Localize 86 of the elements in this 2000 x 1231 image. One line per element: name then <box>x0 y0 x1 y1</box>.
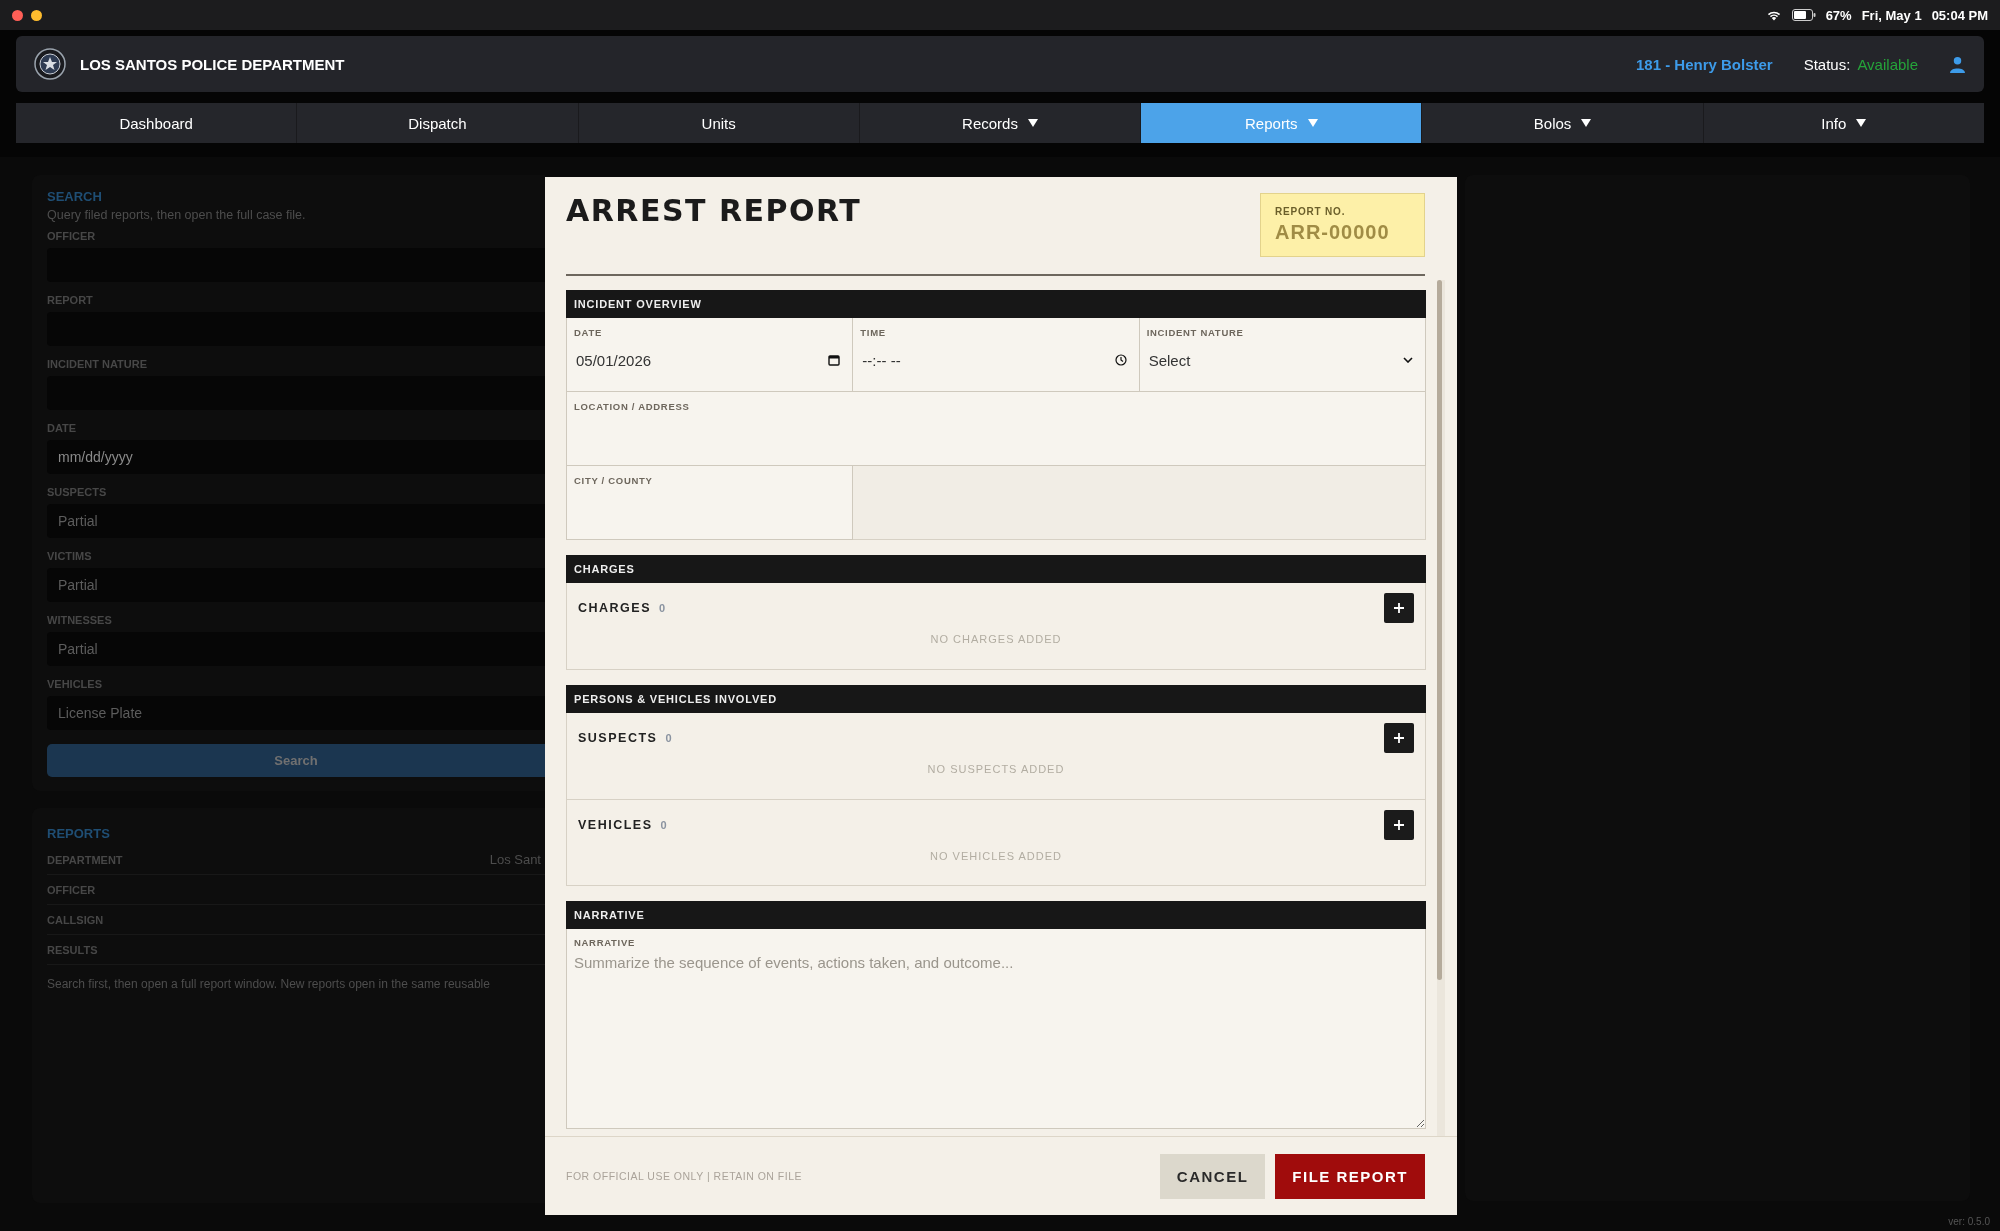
narrative-field[interactable]: NARRATIVE Summarize the sequence of events, actions taken, and outcome... <box>566 929 1426 1129</box>
text-field[interactable] <box>47 248 545 282</box>
row-value: Los Sant <box>489 852 541 867</box>
field-label: OFFICER <box>47 230 97 242</box>
help-text: Search first, then open a full report window. New reports open in the same reusable <box>47 977 491 991</box>
text-field[interactable]: LOCATION / ADDRESS <box>567 392 1426 466</box>
seal-icon <box>34 48 66 80</box>
battery-icon[interactable] <box>1791 9 1816 21</box>
section-header: NARRATIVE <box>566 901 1426 929</box>
status-value[interactable]: Available <box>1857 55 1918 73</box>
empty-state-text: NO SUSPECTS ADDED <box>927 763 1065 775</box>
nav-tab[interactable]: Units <box>578 103 859 143</box>
list-label: CHARGES <box>578 601 651 615</box>
field-label: VEHICLES <box>47 678 103 690</box>
report-number-label: REPORT NO. <box>1275 206 1347 217</box>
footer-note: FOR OFFICIAL USE ONLY | RETAIN ON FILE <box>566 1170 803 1182</box>
chevron-down-icon <box>1403 357 1413 363</box>
plus-icon <box>1394 733 1404 743</box>
field-label: REPORT <box>47 294 94 306</box>
field-label: SUSPECTS <box>47 486 108 498</box>
date-field[interactable]: 05/01/2026 <box>574 350 853 370</box>
section-header: PERSONS & VEHICLES INVOLVED <box>566 685 1426 713</box>
text-field[interactable]: Partial <box>47 568 545 602</box>
field-label: TIME <box>860 327 887 338</box>
minimize-window-button[interactable] <box>31 9 42 21</box>
nav-tab[interactable]: Bolos <box>1422 103 1703 143</box>
item-count: 0 <box>660 819 667 831</box>
text-field[interactable]: Partial <box>47 504 545 538</box>
user-icon[interactable] <box>1949 55 1966 73</box>
version-text: ver: 0.5.0 <box>1948 1216 1990 1227</box>
text-field[interactable]: mm/dd/yyyy <box>47 440 545 474</box>
field-label: NARRATIVE <box>574 937 636 948</box>
wifi-icon[interactable] <box>1765 9 1782 21</box>
field-label: VICTIMS <box>47 550 93 562</box>
add-button[interactable] <box>1384 810 1414 840</box>
field-label: LOCATION / ADDRESS <box>574 401 691 412</box>
row-label: OFFICER <box>47 883 96 896</box>
select-dropdown[interactable]: Select <box>1146 350 1425 370</box>
row-label: RESULTS <box>47 943 98 956</box>
nav-tab[interactable]: Dispatch <box>297 103 578 143</box>
section-header: CHARGES <box>566 555 1426 583</box>
section-header: INCIDENT OVERVIEW <box>566 290 1426 318</box>
panel-title: REPORTS <box>47 826 111 841</box>
department-title: LOS SANTOS POLICE DEPARTMENT <box>80 55 345 73</box>
row-label: DEPARTMENT <box>47 853 123 866</box>
nav-tab[interactable]: Records <box>859 103 1141 143</box>
text-field[interactable]: License Plate <box>47 696 545 730</box>
date-text: Fri, May 1 <box>1861 7 1922 23</box>
clock-text: 05:04 PM <box>1931 7 1988 23</box>
officer-name[interactable]: 181 - Henry Bolster <box>1635 55 1773 73</box>
field-label: DATE <box>47 422 78 434</box>
dialog-title: ARREST REPORT <box>566 193 862 228</box>
panel-description: Query filed reports, then open the full case file. <box>47 208 307 222</box>
clock-icon <box>1114 354 1127 366</box>
text-field[interactable]: CITY / COUNTY <box>567 466 854 540</box>
field-label: INCIDENT NATURE <box>1146 327 1245 338</box>
item-count: 0 <box>659 602 666 614</box>
submit-button[interactable]: FILE REPORT <box>1275 1153 1425 1199</box>
text-field[interactable] <box>47 376 545 410</box>
list-label: VEHICLES <box>578 818 653 832</box>
battery-percent: 67% <box>1825 7 1852 23</box>
status-label: Status: <box>1803 55 1851 73</box>
row-label: CALLSIGN <box>47 913 104 926</box>
time-field[interactable]: --:-- -- <box>860 350 1139 370</box>
empty-state-text: NO VEHICLES ADDED <box>930 850 1062 862</box>
report-number: ARR-00000 <box>1275 221 1391 244</box>
calendar-icon <box>828 354 841 366</box>
plus-icon <box>1394 820 1404 830</box>
plus-icon <box>1394 603 1404 613</box>
close-window-button[interactable] <box>12 9 23 21</box>
field-label: CITY / COUNTY <box>574 475 654 486</box>
field-label: INCIDENT NATURE <box>47 358 148 370</box>
nav-tab[interactable]: Dashboard <box>16 103 297 143</box>
add-button[interactable] <box>1384 723 1414 753</box>
nav-tab[interactable]: Info <box>1703 103 1984 143</box>
panel-title: SEARCH <box>47 189 103 204</box>
cancel-button[interactable]: CANCEL <box>1159 1153 1266 1199</box>
empty-state-text: NO CHARGES ADDED <box>930 633 1062 645</box>
text-field[interactable] <box>47 312 545 346</box>
list-label: SUSPECTS <box>578 731 658 745</box>
field-label: DATE <box>574 327 603 338</box>
scrollbar[interactable] <box>1437 280 1442 980</box>
add-button[interactable] <box>1384 593 1414 623</box>
field-label: WITNESSES <box>47 614 113 626</box>
text-field[interactable]: Partial <box>47 632 545 666</box>
item-count: 0 <box>665 732 672 744</box>
